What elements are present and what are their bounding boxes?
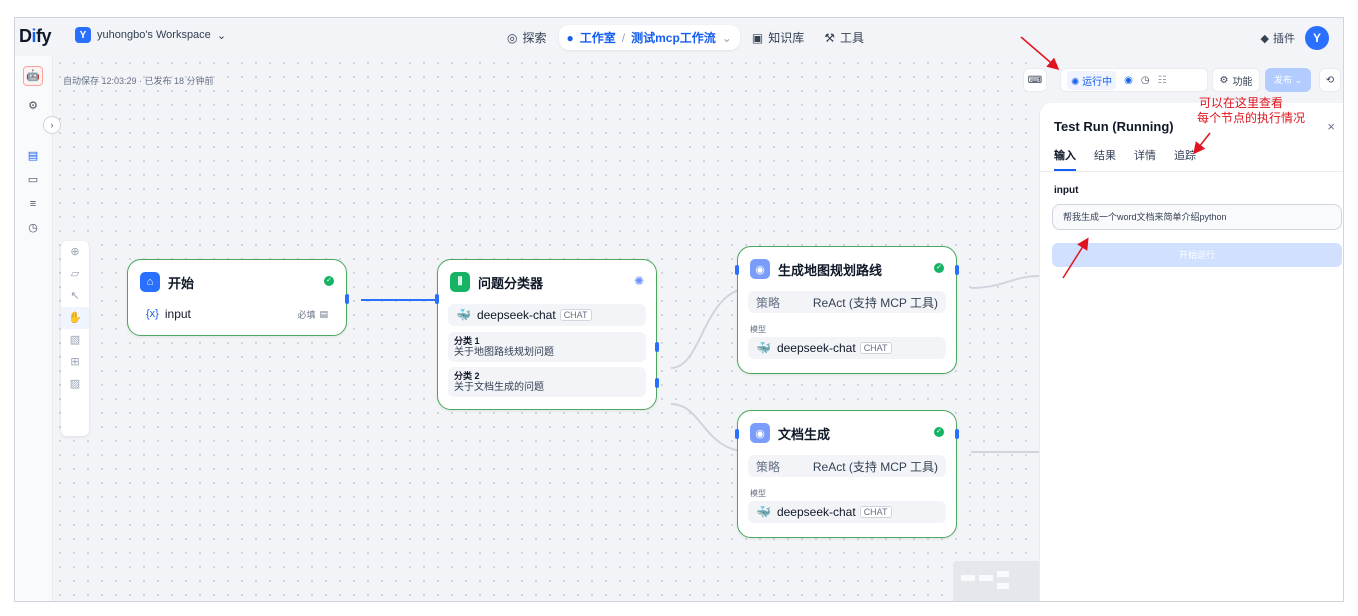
arrow-to-running [1020,36,1060,70]
annotation-arrows [1020,36,1211,279]
app-window: Dify Y yuhongbo's Workspace ⌄ ◎ 探索 ● 工作室 … [14,17,1344,602]
arrow-to-trace-tab [1193,132,1211,155]
arrow-to-input [1062,237,1089,279]
expand-sidebar-button[interactable]: › [43,116,61,134]
